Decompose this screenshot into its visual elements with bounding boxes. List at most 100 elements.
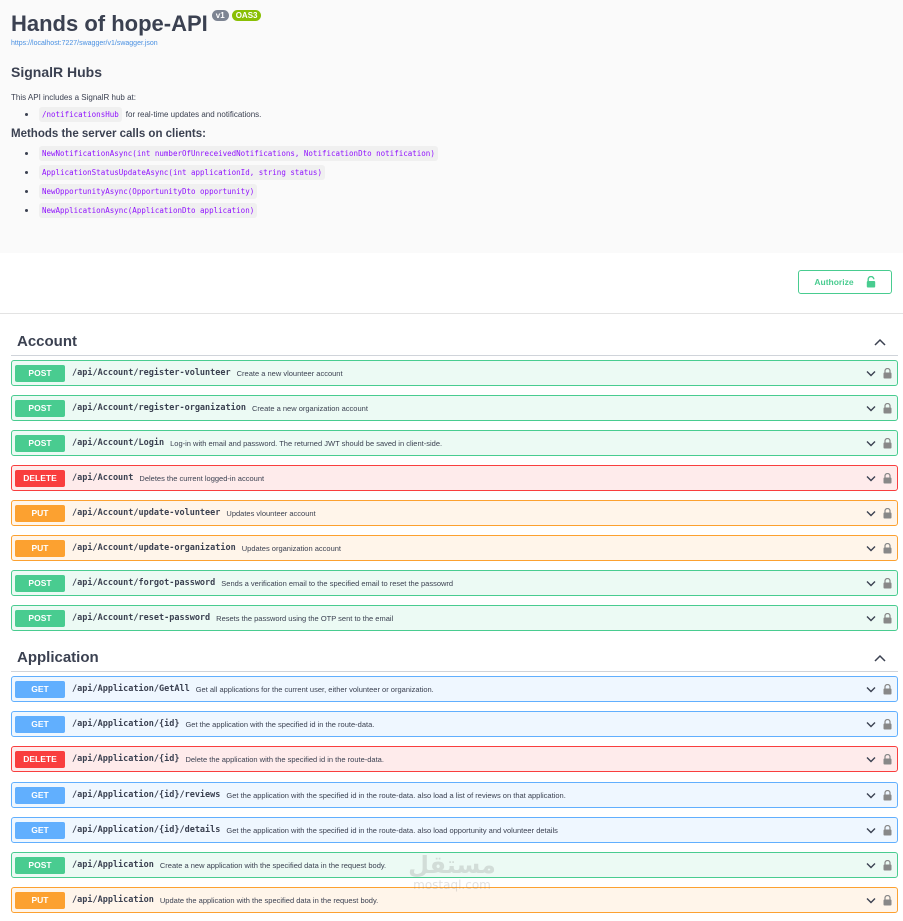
chevron-down-icon[interactable] <box>866 792 876 799</box>
method-badge: GET <box>15 680 65 698</box>
operation-row[interactable]: POST /api/Account/Login Log-in with emai… <box>11 430 898 456</box>
lock-icon[interactable] <box>883 402 892 414</box>
chevron-down-icon[interactable] <box>866 510 876 517</box>
lock-icon[interactable] <box>883 612 892 624</box>
page-title: Hands of hope-API <box>11 11 208 36</box>
operation-row[interactable]: GET /api/Application/{id} Get the applic… <box>11 711 898 737</box>
operation-path: /api/Account/forgot-password <box>72 578 216 588</box>
operation-path: /api/Application/{id}/details <box>72 825 221 835</box>
operation-summary: Deletes the current logged-in account <box>139 473 265 483</box>
operation-row[interactable]: GET /api/Application/GetAll Get all appl… <box>11 676 898 702</box>
method-badge: GET <box>15 821 65 839</box>
signalr-heading: SignalR Hubs <box>11 64 103 80</box>
operation-path: /api/Account/update-volunteer <box>72 508 221 518</box>
chevron-down-icon[interactable] <box>866 827 876 834</box>
operation-actions <box>866 396 892 420</box>
operation-summary: Update the application with the specifie… <box>159 895 379 905</box>
operation-actions <box>866 606 892 630</box>
method-item: NewNotificationAsync(int numberOfUnrecei… <box>25 144 892 163</box>
operation-row[interactable]: POST /api/Application Create a new appli… <box>11 852 898 878</box>
lock-icon[interactable] <box>883 789 892 801</box>
method-item: NewOpportunityAsync(OpportunityDto oppor… <box>25 182 892 201</box>
operation-actions <box>866 853 892 877</box>
chevron-down-icon[interactable] <box>866 721 876 728</box>
operation-row[interactable]: DELETE /api/Account Deletes the current … <box>11 465 898 491</box>
method-badge: POST <box>15 434 65 452</box>
operation-path: /api/Application <box>72 895 154 905</box>
methods-heading: Methods the server calls on clients: <box>11 128 206 140</box>
tag-header-application[interactable]: Application <box>11 644 898 672</box>
hub-list-item: /notificationsHub for real-time updates … <box>25 105 892 124</box>
lock-icon[interactable] <box>883 437 892 449</box>
operation-row[interactable]: POST /api/Account/register-volunteer Cre… <box>11 360 898 386</box>
lock-icon[interactable] <box>883 507 892 519</box>
operation-actions <box>866 783 892 807</box>
chevron-down-icon[interactable] <box>866 475 876 482</box>
version-badge: v1 <box>211 10 229 21</box>
operation-actions <box>866 466 892 490</box>
hub-desc: for real-time updates and notifications. <box>125 110 262 119</box>
lock-icon[interactable] <box>883 577 892 589</box>
operation-summary: Sends a verification email to the specif… <box>221 578 454 588</box>
operation-actions <box>866 571 892 595</box>
authorize-button[interactable]: Authorize <box>798 270 892 294</box>
lock-icon[interactable] <box>883 718 892 730</box>
operation-actions <box>866 712 892 736</box>
operation-row[interactable]: GET /api/Application/{id}/reviews Get th… <box>11 782 898 808</box>
chevron-down-icon[interactable] <box>866 440 876 447</box>
chevron-down-icon[interactable] <box>866 370 876 377</box>
method-badge: PUT <box>15 891 65 909</box>
unlock-icon <box>866 276 875 288</box>
lock-icon[interactable] <box>883 894 892 906</box>
lock-icon[interactable] <box>883 472 892 484</box>
chevron-down-icon[interactable] <box>866 862 876 869</box>
lock-icon[interactable] <box>883 859 892 871</box>
operation-summary: Get the application with the specified i… <box>226 825 558 835</box>
operation-summary: Create a new vlounteer account <box>236 368 343 378</box>
lock-icon[interactable] <box>883 824 892 836</box>
operation-path: /api/Application/{id} <box>72 754 180 764</box>
operation-row[interactable]: PUT /api/Account/update-organization Upd… <box>11 535 898 561</box>
tag-header-account[interactable]: Account <box>11 328 898 356</box>
lock-icon[interactable] <box>883 367 892 379</box>
method-code: NewOpportunityAsync(OpportunityDto oppor… <box>39 184 258 199</box>
operation-path: /api/Application <box>72 860 154 870</box>
chevron-down-icon[interactable] <box>866 545 876 552</box>
operation-row[interactable]: PUT /api/Account/update-volunteer Update… <box>11 500 898 526</box>
lock-icon[interactable] <box>883 542 892 554</box>
chevron-down-icon[interactable] <box>866 756 876 763</box>
method-code: ApplicationStatusUpdateAsync(int applica… <box>39 165 325 180</box>
method-code: NewNotificationAsync(int numberOfUnrecei… <box>39 146 438 161</box>
method-code: NewApplicationAsync(ApplicationDto appli… <box>39 203 258 218</box>
operation-path: /api/Account <box>72 473 134 483</box>
method-badge: DELETE <box>15 469 65 487</box>
chevron-down-icon[interactable] <box>866 405 876 412</box>
operation-path: /api/Application/{id}/reviews <box>72 790 221 800</box>
operation-summary: Create a new organization account <box>252 403 368 413</box>
operation-row[interactable]: POST /api/Account/forgot-password Sends … <box>11 570 898 596</box>
hub-list: /notificationsHub for real-time updates … <box>25 105 892 124</box>
chevron-down-icon[interactable] <box>866 897 876 904</box>
operation-summary: Get the application with the specified i… <box>185 719 375 729</box>
operation-row[interactable]: DELETE /api/Application/{id} Delete the … <box>11 746 898 772</box>
lock-icon[interactable] <box>883 753 892 765</box>
operation-row[interactable]: POST /api/Account/reset-password Resets … <box>11 605 898 631</box>
operation-row[interactable]: GET /api/Application/{id}/details Get th… <box>11 817 898 843</box>
method-badge: POST <box>15 856 65 874</box>
chevron-down-icon[interactable] <box>866 580 876 587</box>
chevron-down-icon[interactable] <box>866 615 876 622</box>
operation-row[interactable]: PUT /api/Application Update the applicat… <box>11 887 898 913</box>
method-badge: PUT <box>15 539 65 557</box>
hub-path-code: /notificationsHub <box>39 107 122 122</box>
lock-icon[interactable] <box>883 683 892 695</box>
operation-path: /api/Account/Login <box>72 438 165 448</box>
operation-summary: Resets the password using the OTP sent t… <box>216 613 394 623</box>
chevron-down-icon[interactable] <box>866 686 876 693</box>
operation-row[interactable]: POST /api/Account/register-organization … <box>11 395 898 421</box>
operation-path: /api/Account/reset-password <box>72 613 211 623</box>
scheme-container: Authorize <box>0 253 903 314</box>
operation-actions <box>866 677 892 701</box>
tag-name: Account <box>17 333 77 350</box>
method-badge: GET <box>15 786 65 804</box>
spec-link[interactable]: https://localhost:7227/swagger/v1/swagge… <box>11 40 892 47</box>
